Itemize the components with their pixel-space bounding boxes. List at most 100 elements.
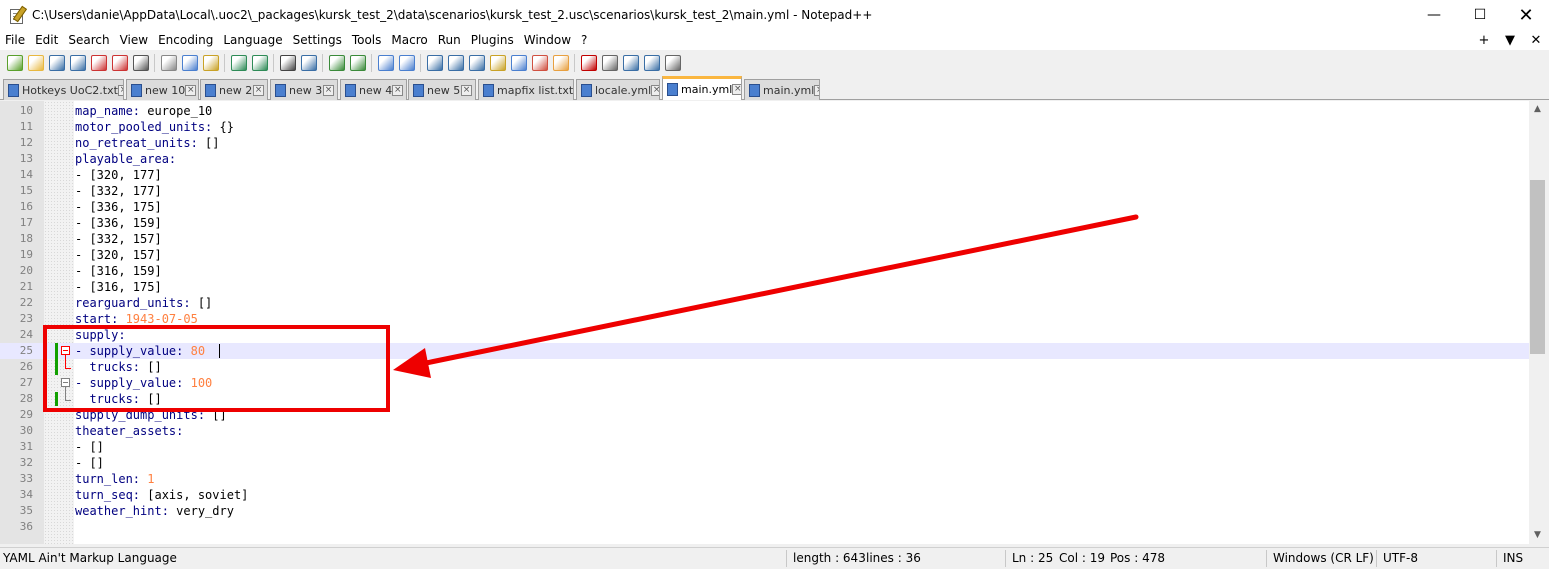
menu-settings[interactable]: Settings [288, 33, 347, 47]
menu-tools[interactable]: Tools [347, 33, 387, 47]
replace-icon[interactable] [300, 55, 317, 71]
code-line[interactable]: 17 - [336, 159] [0, 215, 1529, 231]
maximize-button[interactable]: ☐ [1457, 0, 1503, 30]
tab-new-4[interactable]: new 4 × [340, 79, 407, 100]
tab-close-icon[interactable]: × [461, 84, 472, 96]
sync-vertical-icon[interactable] [377, 55, 394, 71]
menu-help[interactable]: ? [576, 33, 592, 47]
stop-macro-icon[interactable] [601, 55, 618, 71]
print-icon[interactable] [132, 55, 149, 71]
code-line[interactable]: 19 - [320, 157] [0, 247, 1529, 263]
indent-guide-icon[interactable] [468, 55, 485, 71]
toolbar-separator [574, 54, 575, 72]
tab-main-yml[interactable]: main.yml× [744, 79, 820, 100]
folder-workspace-icon[interactable] [531, 55, 548, 71]
tab-close-icon[interactable]: × [392, 84, 404, 96]
copy-icon[interactable] [181, 55, 198, 71]
status-length: length : 643 [793, 551, 866, 565]
find-icon[interactable] [279, 55, 296, 71]
record-macro-icon[interactable] [580, 55, 597, 71]
editor[interactable]: 10 map_name: europe_10 11 motor_pooled_unit… [0, 101, 1529, 544]
cut-icon[interactable] [160, 55, 177, 71]
tab-close-icon[interactable]: × [573, 85, 574, 96]
tab-close-icon[interactable]: × [323, 84, 334, 96]
menu-encoding[interactable]: Encoding [153, 33, 218, 47]
code-line[interactable]: 35 weather_hint: very_dry [0, 503, 1529, 519]
code-line[interactable]: 32 - [] [0, 455, 1529, 471]
tab-main-yml[interactable]: main.yml× [662, 76, 742, 100]
menu-edit[interactable]: Edit [30, 33, 63, 47]
redo-icon[interactable] [251, 55, 268, 71]
tab-close-icon[interactable]: × [253, 84, 264, 96]
save-all-icon[interactable] [69, 55, 86, 71]
code-line[interactable]: 30 theater_assets: [0, 423, 1529, 439]
file-icon [667, 83, 678, 96]
paste-icon[interactable] [202, 55, 219, 71]
new-tab-button[interactable]: + [1471, 33, 1497, 48]
show-all-chars-icon[interactable] [447, 55, 464, 71]
scroll-thumb[interactable] [1530, 180, 1545, 354]
save-icon[interactable] [48, 55, 65, 71]
new-file-icon[interactable] [6, 55, 23, 71]
code-line[interactable]: 20 - [316, 159] [0, 263, 1529, 279]
code-line[interactable]: 12 no_retreat_units: [] [0, 135, 1529, 151]
code-line[interactable]: 13 playable_area: [0, 151, 1529, 167]
tab-locale-yml[interactable]: locale.yml × [576, 79, 660, 100]
tab-new-10[interactable]: new 10 × [126, 79, 199, 100]
tab-close-icon[interactable]: × [732, 84, 741, 95]
code-line[interactable]: 16 - [336, 175] [0, 199, 1529, 215]
sync-horizontal-icon[interactable] [398, 55, 415, 71]
tab-close-icon[interactable]: × [185, 84, 197, 96]
code-line[interactable]: 36 [0, 519, 1529, 535]
menu-file[interactable]: File [0, 33, 30, 47]
code-line[interactable]: 14 - [320, 177] [0, 167, 1529, 183]
menu-macro[interactable]: Macro [386, 33, 432, 47]
code-line[interactable]: 18 - [332, 157] [0, 231, 1529, 247]
vertical-scrollbar[interactable]: ▲ ▼ [1529, 101, 1546, 544]
play-macro-icon[interactable] [622, 55, 639, 71]
code-line[interactable]: 11 motor_pooled_units: {} [0, 119, 1529, 135]
code-line[interactable]: 15 - [332, 177] [0, 183, 1529, 199]
code-line[interactable]: 21 - [316, 175] [0, 279, 1529, 295]
line-number: 12 [19, 136, 33, 149]
tab-list-button[interactable]: ▼ [1497, 33, 1523, 48]
menu-search[interactable]: Search [63, 33, 114, 47]
menu-plugins[interactable]: Plugins [466, 33, 519, 47]
run-macro-multiple-icon[interactable] [643, 55, 660, 71]
code-line[interactable]: 33 turn_len: 1 [0, 471, 1529, 487]
menu-run[interactable]: Run [433, 33, 466, 47]
tab-new-3[interactable]: new 3 × [270, 79, 338, 100]
code-line[interactable]: 22 rearguard_units: [] [0, 295, 1529, 311]
undo-icon[interactable] [230, 55, 247, 71]
scroll-up-icon[interactable]: ▲ [1529, 101, 1546, 118]
menu-window[interactable]: Window [519, 33, 576, 47]
yaml-value: - [] [75, 456, 104, 470]
tab-hotkeys-uoc2-txt[interactable]: Hotkeys UoC2.txt× [3, 79, 124, 100]
code-line[interactable]: 34 turn_seq: [axis, soviet] [0, 487, 1529, 503]
doc-map-icon[interactable] [489, 55, 506, 71]
open-file-icon[interactable] [27, 55, 44, 71]
code-line[interactable]: 10 map_name: europe_10 [0, 103, 1529, 119]
word-wrap-icon[interactable] [426, 55, 443, 71]
zoom-in-icon[interactable] [328, 55, 345, 71]
minimize-button[interactable]: — [1411, 0, 1457, 30]
zoom-out-icon[interactable] [349, 55, 366, 71]
tab-new-5[interactable]: new 5 × [408, 79, 476, 100]
tab-close-icon[interactable]: × [651, 84, 659, 96]
close-all-icon[interactable] [111, 55, 128, 71]
tab-close-icon[interactable]: × [117, 84, 123, 96]
menu-language[interactable]: Language [218, 33, 287, 47]
close-document-button[interactable]: ✕ [1523, 33, 1549, 48]
save-macro-icon[interactable] [664, 55, 681, 71]
tab-close-icon[interactable]: × [814, 84, 819, 96]
tab-new-2[interactable]: new 2 × [200, 79, 268, 100]
function-list-icon[interactable] [510, 55, 527, 71]
tab-mapfix-list-txt[interactable]: mapfix list.txt× [478, 79, 574, 100]
monitoring-icon[interactable] [552, 55, 569, 71]
menu-view[interactable]: View [115, 33, 153, 47]
tab-label: locale.yml [595, 83, 652, 97]
code-line[interactable]: 31 - [] [0, 439, 1529, 455]
close-window-button[interactable]: ✕ [1503, 0, 1549, 30]
close-icon[interactable] [90, 55, 107, 71]
scroll-down-icon[interactable]: ▼ [1529, 527, 1546, 544]
